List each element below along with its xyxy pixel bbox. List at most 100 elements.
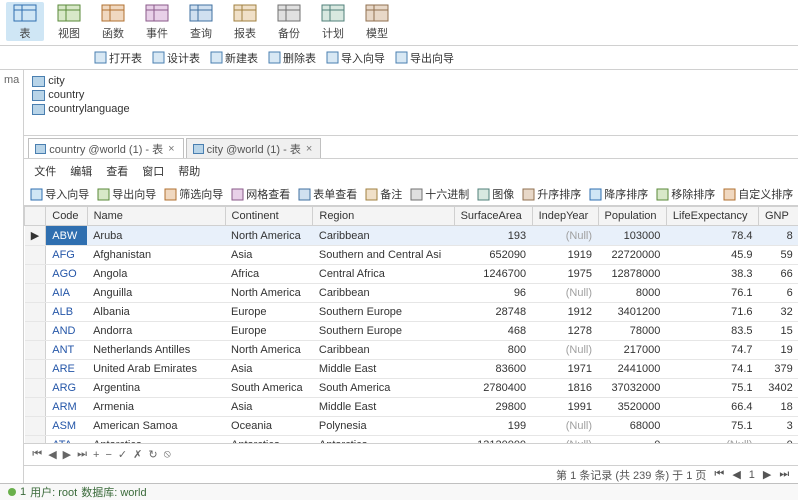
col-header[interactable]: Region xyxy=(313,207,454,226)
ribbon-view[interactable]: 视图 xyxy=(50,2,88,41)
cell[interactable]: Caribbean xyxy=(313,284,454,303)
data-grid[interactable]: CodeNameContinentRegionSurfaceAreaIndepY… xyxy=(24,206,798,443)
cell[interactable]: Middle East xyxy=(313,360,454,379)
cell[interactable]: Europe xyxy=(225,322,313,341)
object-item[interactable]: country xyxy=(32,88,791,102)
subbar-btn[interactable]: 删除表 xyxy=(264,48,320,68)
menu-item[interactable]: 编辑 xyxy=(70,163,92,179)
cell[interactable]: 3402 xyxy=(759,379,798,398)
nav-del[interactable]: − xyxy=(105,449,111,461)
nav-add[interactable]: + xyxy=(93,449,99,461)
cell[interactable]: 6 xyxy=(759,284,798,303)
cell[interactable]: (Null) xyxy=(532,417,598,436)
toolbar-btn[interactable]: 网格查看 xyxy=(231,186,290,202)
cell[interactable]: North America xyxy=(225,284,313,303)
toolbar-btn[interactable]: 自定义排序 xyxy=(723,186,793,202)
cell[interactable]: 78000 xyxy=(598,322,666,341)
cell[interactable]: ARM xyxy=(46,398,87,417)
cell[interactable]: 66.4 xyxy=(666,398,758,417)
cell[interactable]: 1991 xyxy=(532,398,598,417)
cell[interactable]: Antarctica xyxy=(225,436,313,444)
cell[interactable]: 3520000 xyxy=(598,398,666,417)
menu-item[interactable]: 窗口 xyxy=(142,163,164,179)
cell[interactable]: 652090 xyxy=(454,246,532,265)
cell[interactable]: Southern Europe xyxy=(313,303,454,322)
cell[interactable]: 28748 xyxy=(454,303,532,322)
subbar-btn[interactable]: 导出向导 xyxy=(391,48,458,68)
cell[interactable]: 193 xyxy=(454,226,532,246)
cell[interactable]: North America xyxy=(225,226,313,246)
cell[interactable]: 38.3 xyxy=(666,265,758,284)
cell[interactable]: Angola xyxy=(87,265,225,284)
col-header[interactable]: GNP xyxy=(759,207,798,226)
ribbon-report[interactable]: 报表 xyxy=(226,2,264,41)
cell[interactable]: ARE xyxy=(46,360,87,379)
subbar-btn[interactable]: 打开表 xyxy=(90,48,146,68)
col-header[interactable]: Name xyxy=(87,207,225,226)
cell[interactable]: (Null) xyxy=(532,436,598,444)
cell[interactable]: 45.9 xyxy=(666,246,758,265)
cell[interactable]: 8 xyxy=(759,226,798,246)
cell[interactable]: ARG xyxy=(46,379,87,398)
cell[interactable]: Albania xyxy=(87,303,225,322)
cell[interactable]: 199 xyxy=(454,417,532,436)
cell[interactable]: AGO xyxy=(46,265,87,284)
cell[interactable]: American Samoa xyxy=(87,417,225,436)
cell[interactable]: 103000 xyxy=(598,226,666,246)
cell[interactable]: Aruba xyxy=(87,226,225,246)
cell[interactable]: 800 xyxy=(454,341,532,360)
cell[interactable]: 83.5 xyxy=(666,322,758,341)
cell[interactable]: 66 xyxy=(759,265,798,284)
cell[interactable]: AIA xyxy=(46,284,87,303)
cell[interactable]: 75.1 xyxy=(666,379,758,398)
cell[interactable]: 78.4 xyxy=(666,226,758,246)
col-header[interactable]: Code xyxy=(46,207,87,226)
cell[interactable]: Afghanistan xyxy=(87,246,225,265)
cell[interactable]: AFG xyxy=(46,246,87,265)
cell[interactable]: 32 xyxy=(759,303,798,322)
ribbon-schedule[interactable]: 计划 xyxy=(314,2,352,41)
cell[interactable]: (Null) xyxy=(666,436,758,444)
table-row[interactable]: ARGArgentinaSouth AmericaSouth America27… xyxy=(25,379,798,398)
ribbon-func[interactable]: 函数 xyxy=(94,2,132,41)
cell[interactable]: 1246700 xyxy=(454,265,532,284)
close-icon[interactable]: × xyxy=(166,143,176,155)
table-row[interactable]: AIAAnguillaNorth AmericaCaribbean96(Null… xyxy=(25,284,798,303)
cell[interactable]: ANT xyxy=(46,341,87,360)
cell[interactable]: 29800 xyxy=(454,398,532,417)
cell[interactable]: Africa xyxy=(225,265,313,284)
nav-last[interactable]: ⏭ xyxy=(77,448,87,461)
cell[interactable]: Middle East xyxy=(313,398,454,417)
cell[interactable]: 76.1 xyxy=(666,284,758,303)
tab[interactable]: city @world (1) - 表× xyxy=(186,138,322,159)
subbar-btn[interactable]: 新建表 xyxy=(206,48,262,68)
toolbar-btn[interactable]: 备注 xyxy=(365,186,402,202)
table-row[interactable]: ASMAmerican SamoaOceaniaPolynesia199(Nul… xyxy=(25,417,798,436)
cell[interactable]: 15 xyxy=(759,322,798,341)
cell[interactable]: Andorra xyxy=(87,322,225,341)
cell[interactable]: 22720000 xyxy=(598,246,666,265)
cell[interactable]: Anguilla xyxy=(87,284,225,303)
col-header[interactable]: IndepYear xyxy=(532,207,598,226)
cell[interactable]: 3 xyxy=(759,417,798,436)
cell[interactable]: 68000 xyxy=(598,417,666,436)
cell[interactable]: (Null) xyxy=(532,226,598,246)
cell[interactable]: 0 xyxy=(759,436,798,444)
cell[interactable]: 13120000 xyxy=(454,436,532,444)
page-last[interactable]: ⏭ xyxy=(779,468,789,481)
cell[interactable]: United Arab Emirates xyxy=(87,360,225,379)
cell[interactable]: 468 xyxy=(454,322,532,341)
cell[interactable]: Caribbean xyxy=(313,341,454,360)
cell[interactable]: 1975 xyxy=(532,265,598,284)
cell[interactable]: Asia xyxy=(225,398,313,417)
cell[interactable]: Oceania xyxy=(225,417,313,436)
close-icon[interactable]: × xyxy=(304,143,314,155)
toolbar-btn[interactable]: 升序排序 xyxy=(522,186,581,202)
cell[interactable]: 59 xyxy=(759,246,798,265)
cell[interactable]: South America xyxy=(313,379,454,398)
toolbar-btn[interactable]: 十六进制 xyxy=(410,186,469,202)
toolbar-btn[interactable]: 降序排序 xyxy=(589,186,648,202)
nav-next[interactable]: ▶ xyxy=(63,448,71,461)
table-row[interactable]: ALBAlbaniaEuropeSouthern Europe287481912… xyxy=(25,303,798,322)
cell[interactable]: 75.1 xyxy=(666,417,758,436)
